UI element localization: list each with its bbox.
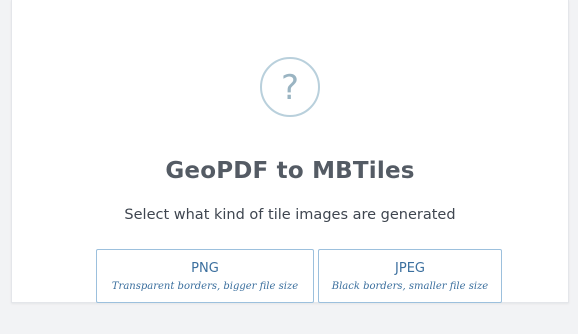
page-subtitle: Select what kind of tile images are gene… xyxy=(124,207,456,223)
question-mark-icon: ? xyxy=(280,68,300,108)
conversion-card: ? GeoPDF to MBTiles Select what kind of … xyxy=(11,0,569,303)
jpeg-option-label: JPEG xyxy=(395,261,425,276)
png-option-label: PNG xyxy=(191,261,219,276)
jpeg-option-button[interactable]: JPEG Black borders, smaller file size xyxy=(318,249,502,303)
png-option-button[interactable]: PNG Transparent borders, bigger file siz… xyxy=(96,249,314,303)
png-option-description: Transparent borders, bigger file size xyxy=(111,281,299,292)
jpeg-option-description: Black borders, smaller file size xyxy=(331,281,489,292)
page-title: GeoPDF to MBTiles xyxy=(165,158,415,184)
question-status-circle: ? xyxy=(260,57,320,117)
